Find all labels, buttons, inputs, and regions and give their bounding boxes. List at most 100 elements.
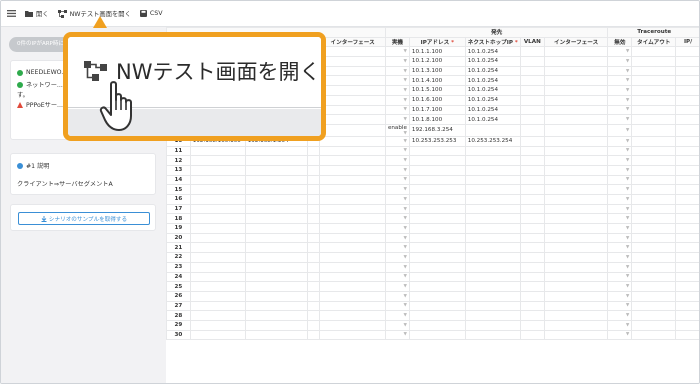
chevron-down-icon[interactable]: ▼ <box>626 265 629 270</box>
table-cell[interactable] <box>675 203 699 215</box>
table-cell[interactable] <box>543 135 609 147</box>
table-cell[interactable] <box>543 85 609 96</box>
ip-cell[interactable] <box>408 281 466 292</box>
table-cell[interactable] <box>519 104 545 116</box>
table-cell[interactable] <box>319 135 386 147</box>
table-cell[interactable] <box>675 46 699 58</box>
table-cell[interactable] <box>319 310 386 321</box>
table-cell[interactable] <box>319 300 386 312</box>
table-cell[interactable] <box>543 242 609 254</box>
nexthop-cell[interactable] <box>464 213 521 225</box>
table-cell[interactable] <box>189 271 246 283</box>
table-cell[interactable] <box>319 46 386 58</box>
table-cell[interactable] <box>631 56 677 67</box>
chevron-down-icon[interactable]: ▼ <box>403 148 406 153</box>
ip-cell[interactable] <box>408 271 466 283</box>
row-number-cell[interactable]: 16 <box>166 194 191 205</box>
table-cell[interactable] <box>675 85 699 96</box>
table-cell[interactable] <box>519 281 545 292</box>
table-cell[interactable] <box>307 232 321 244</box>
table-cell[interactable] <box>319 213 386 225</box>
chevron-down-icon[interactable]: ▼ <box>403 274 406 279</box>
table-cell[interactable] <box>519 94 545 106</box>
table-cell[interactable] <box>189 242 246 254</box>
exec-cell[interactable]: ▼ <box>384 310 410 321</box>
chevron-down-icon[interactable]: ▼ <box>626 177 629 182</box>
table-cell[interactable] <box>244 164 309 176</box>
nexthop-cell[interactable] <box>464 145 521 157</box>
table-cell[interactable] <box>307 164 321 176</box>
table-cell[interactable] <box>319 155 386 166</box>
table-cell[interactable] <box>675 75 699 87</box>
table-cell[interactable] <box>519 164 545 176</box>
table-cell[interactable] <box>543 56 609 67</box>
table-cell[interactable] <box>307 145 321 157</box>
chevron-down-icon[interactable]: ▼ <box>626 255 629 260</box>
invalid-cell[interactable]: ▼ <box>607 271 633 283</box>
exec-cell[interactable]: ▼ <box>384 213 410 225</box>
invalid-cell[interactable]: ▼ <box>607 310 633 321</box>
table-cell[interactable] <box>675 242 699 254</box>
table-cell[interactable] <box>244 184 309 195</box>
invalid-cell[interactable]: ▼ <box>607 56 633 67</box>
table-cell[interactable] <box>189 329 246 341</box>
table-cell[interactable] <box>319 114 386 125</box>
nexthop-cell[interactable] <box>464 174 521 186</box>
nexthop-cell[interactable]: 10.1.0.254 <box>464 94 521 106</box>
nexthop-cell[interactable] <box>464 319 521 331</box>
table-cell[interactable] <box>319 174 386 186</box>
chevron-down-icon[interactable]: ▼ <box>403 323 406 328</box>
chevron-down-icon[interactable]: ▼ <box>403 226 406 231</box>
exec-cell[interactable]: ▼ <box>384 319 410 331</box>
table-cell[interactable] <box>519 252 545 263</box>
ip-cell[interactable] <box>408 223 466 234</box>
chevron-down-icon[interactable]: ▼ <box>626 187 629 192</box>
table-cell[interactable] <box>189 261 246 273</box>
table-cell[interactable] <box>675 155 699 166</box>
table-cell[interactable] <box>307 310 321 321</box>
table-cell[interactable] <box>675 281 699 292</box>
exec-cell[interactable]: ▼ <box>384 261 410 273</box>
table-cell[interactable] <box>543 114 609 125</box>
row-number-cell[interactable]: 18 <box>166 213 191 225</box>
row-number-cell[interactable]: 13 <box>166 164 191 176</box>
ip-cell[interactable]: 10.1.1.100 <box>408 46 466 58</box>
row-number-cell[interactable]: 14 <box>166 174 191 186</box>
chevron-down-icon[interactable]: ▼ <box>403 158 406 163</box>
exec-cell[interactable]: ▼ <box>384 56 410 67</box>
table-cell[interactable] <box>631 194 677 205</box>
ip-cell[interactable]: 10.1.4.100 <box>408 75 466 87</box>
chevron-down-icon[interactable]: ▼ <box>626 69 629 74</box>
table-cell[interactable] <box>244 300 309 312</box>
chevron-down-icon[interactable]: ▼ <box>403 98 406 103</box>
table-cell[interactable] <box>675 94 699 106</box>
exec-cell[interactable]: ▼ <box>384 145 410 157</box>
table-cell[interactable] <box>543 155 609 166</box>
table-cell[interactable] <box>319 223 386 234</box>
table-cell[interactable] <box>519 232 545 244</box>
table-cell[interactable] <box>189 319 246 331</box>
table-cell[interactable] <box>675 213 699 225</box>
table-cell[interactable] <box>519 290 545 302</box>
nexthop-cell[interactable] <box>464 232 521 244</box>
chevron-down-icon[interactable]: ▼ <box>403 216 406 221</box>
nexthop-cell[interactable] <box>464 194 521 205</box>
invalid-cell[interactable]: ▼ <box>607 300 633 312</box>
table-cell[interactable] <box>631 104 677 116</box>
table-cell[interactable] <box>675 261 699 273</box>
table-cell[interactable] <box>244 271 309 283</box>
table-cell[interactable] <box>675 271 699 283</box>
table-cell[interactable] <box>631 232 677 244</box>
invalid-cell[interactable]: ▼ <box>607 319 633 331</box>
chevron-down-icon[interactable]: ▼ <box>403 245 406 250</box>
chevron-down-icon[interactable]: ▼ <box>403 284 406 289</box>
invalid-cell[interactable]: ▼ <box>607 329 633 341</box>
nexthop-cell[interactable] <box>464 252 521 263</box>
invalid-cell[interactable]: ▼ <box>607 252 633 263</box>
chevron-down-icon[interactable]: ▼ <box>403 117 406 122</box>
invalid-cell[interactable]: ▼ <box>607 290 633 302</box>
ip-cell[interactable]: 10.1.2.100 <box>408 56 466 67</box>
table-cell[interactable] <box>543 213 609 225</box>
invalid-cell[interactable]: ▼ <box>607 46 633 58</box>
table-cell[interactable] <box>189 155 246 166</box>
